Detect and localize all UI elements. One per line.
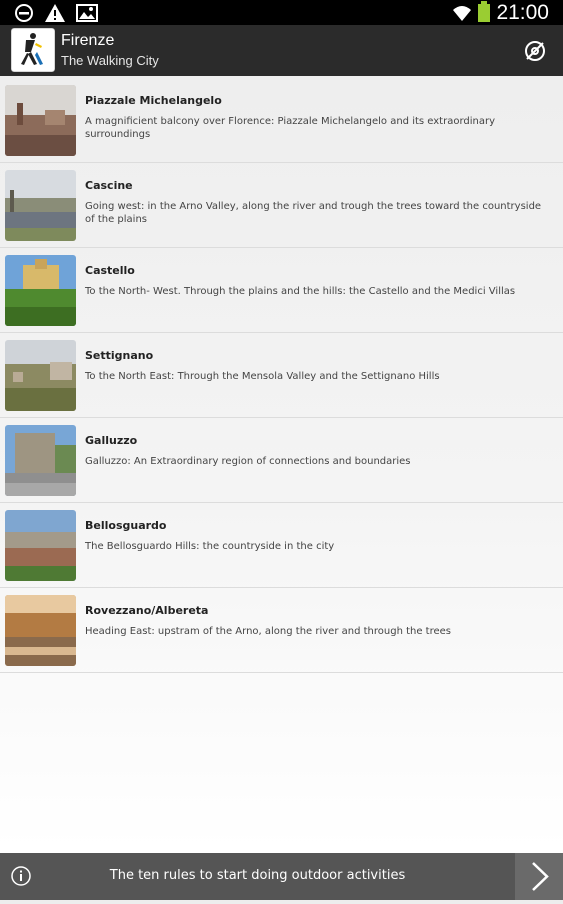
list-item[interactable]: Settignano To the North East: Through th… — [0, 333, 563, 418]
list-item[interactable]: Cascine Going west: in the Arno Valley, … — [0, 163, 563, 248]
route-description: Heading East: upstram of the Arno, along… — [85, 626, 451, 637]
list-item[interactable]: Bellosguardo The Bellosguardo Hills: the… — [0, 503, 563, 588]
route-thumbnail — [5, 85, 76, 156]
battery-icon — [478, 0, 491, 22]
list-item[interactable]: Piazzale Michelangelo A magnificient bal… — [0, 78, 563, 163]
rules-banner[interactable]: The ten rules to start doing outdoor act… — [0, 853, 563, 900]
list-item[interactable]: Galluzzo Galluzzo: An Extraordinary regi… — [0, 418, 563, 503]
app-logo[interactable] — [11, 28, 55, 72]
route-title: Bellosguardo — [85, 519, 167, 532]
route-thumbnail — [5, 595, 76, 666]
route-description: Galluzzo: An Extraordinary region of con… — [85, 456, 411, 467]
list-item[interactable]: Rovezzano/Albereta Heading East: upstram… — [0, 588, 563, 673]
next-button[interactable] — [515, 853, 563, 900]
route-title: Piazzale Michelangelo — [85, 94, 222, 107]
wifi-icon — [453, 5, 472, 21]
list-item[interactable]: Castello To the North- West. Through the… — [0, 248, 563, 333]
route-thumbnail — [5, 255, 76, 326]
route-title: Castello — [85, 264, 135, 277]
do-not-disturb-icon — [15, 3, 33, 22]
warning-icon — [45, 3, 65, 22]
action-bar: Firenze The Walking City — [0, 25, 563, 76]
app-title: Firenze — [61, 32, 115, 49]
route-title: Rovezzano/Albereta — [85, 604, 209, 617]
route-description: To the North East: Through the Mensola V… — [85, 371, 440, 382]
route-thumbnail — [5, 170, 76, 241]
route-thumbnail — [5, 340, 76, 411]
route-thumbnail — [5, 425, 76, 496]
route-thumbnail — [5, 510, 76, 581]
app-subtitle: The Walking City — [61, 53, 159, 68]
route-title: Galluzzo — [85, 434, 138, 447]
rules-banner-text: The ten rules to start doing outdoor act… — [109, 868, 406, 883]
image-icon — [76, 3, 98, 22]
clock: 21:00 — [496, 0, 549, 24]
status-bar: 21:00 — [0, 0, 563, 25]
route-list: Piazzale Michelangelo A magnificient bal… — [0, 78, 563, 673]
chevron-right-icon — [532, 862, 549, 891]
route-title: Settignano — [85, 349, 154, 362]
route-description: The Bellosguardo Hills: the countryside … — [85, 541, 335, 552]
route-description: To the North- West. Through the plains a… — [85, 286, 516, 297]
no-location-icon[interactable] — [523, 39, 547, 63]
route-description: A magnificient balcony over Florence: Pi… — [85, 116, 496, 140]
route-description: Going west: in the Arno Valley, along th… — [85, 201, 542, 225]
route-title: Cascine — [85, 179, 133, 192]
